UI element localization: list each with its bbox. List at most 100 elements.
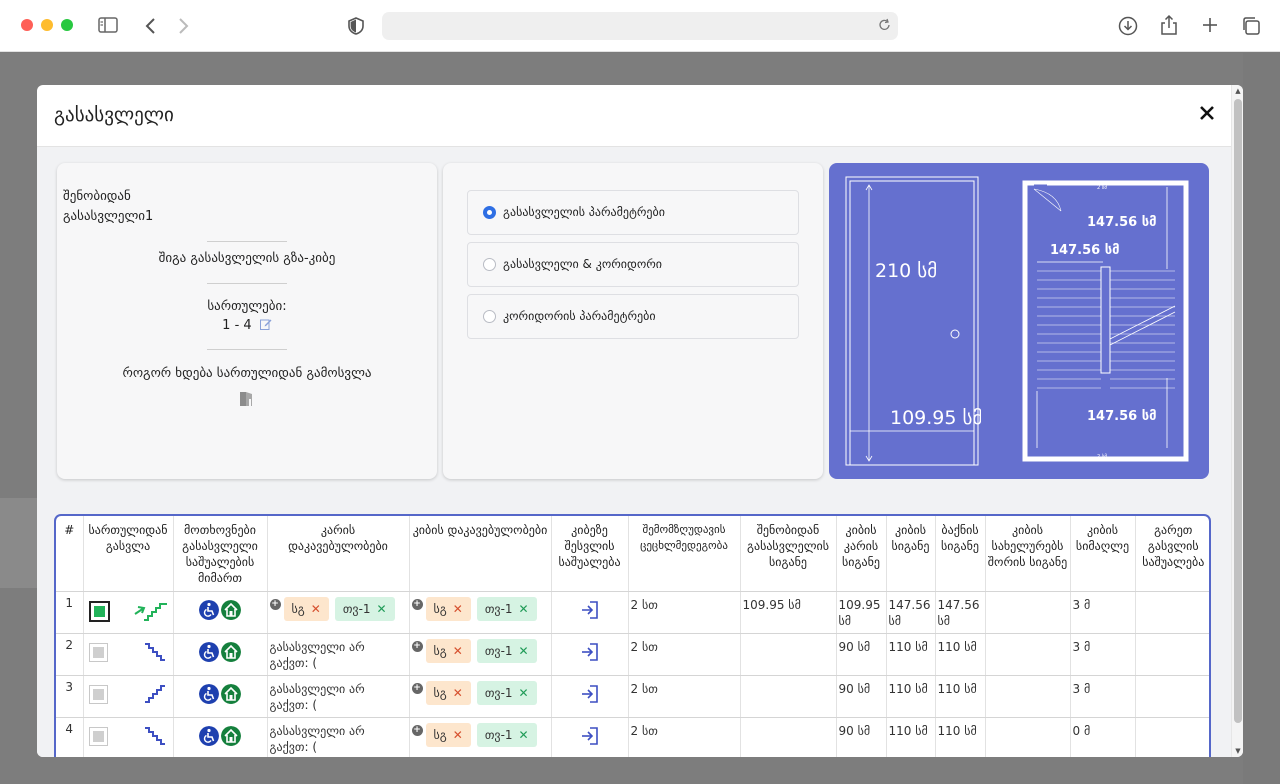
divider: [207, 241, 287, 242]
shelter-icon[interactable]: [221, 683, 241, 704]
remove-icon[interactable]: ✕: [453, 644, 463, 658]
tag-sg[interactable]: სგ ✕: [283, 596, 329, 621]
column-header: კიბის დაკავებულობები: [409, 516, 552, 592]
option-exit-corridor[interactable]: გასასვლელი & კორიდორი: [467, 242, 799, 287]
remove-icon[interactable]: ✕: [519, 728, 529, 742]
tag-text: თვ-1: [484, 727, 513, 742]
row-number: 3: [56, 675, 84, 718]
exit-type: შიგა გასასვლელის გზა-კიბე: [158, 251, 336, 266]
tag-tv1[interactable]: თვ-1 ✕: [476, 680, 537, 705]
modal-body: შენობიდან გასასვლელი1 შიგა გასასვლელის გ…: [37, 147, 1231, 757]
shelter-icon[interactable]: [221, 725, 241, 746]
exit-sign-icon[interactable]: [88, 685, 108, 704]
edit-icon[interactable]: [259, 318, 272, 330]
remove-icon[interactable]: ✕: [453, 728, 463, 742]
column-header: შენობიდან გასასვლელის სიგანე: [740, 516, 837, 592]
modal-header: გასასვლელი: [37, 85, 1243, 147]
remove-icon[interactable]: ✕: [453, 686, 463, 700]
option-corridor-params[interactable]: კორიდორის პარამეტრები: [467, 294, 799, 339]
exit-modal: გასასვლელი შენობიდან გასასვლელი1 შიგა გა…: [37, 85, 1243, 757]
add-icon[interactable]: +: [411, 682, 423, 694]
remove-icon[interactable]: ✕: [453, 602, 463, 616]
divider: [207, 283, 287, 284]
close-icon[interactable]: [1197, 103, 1217, 123]
radio-exit-corridor[interactable]: [483, 258, 496, 271]
shelter-icon[interactable]: [221, 599, 241, 620]
new-tab-icon[interactable]: [1202, 17, 1218, 33]
scroll-up-arrow[interactable]: ▲: [1234, 87, 1242, 95]
modal-scrollbar[interactable]: ▲ ▼: [1231, 85, 1243, 757]
table-row: 2 გასასვლელი არ გაქვთ: (+ სგ ✕ თვ-1 ✕ 2 სთ 90 ს…: [56, 633, 1209, 676]
column-header: გარეთ გასვლის საშუალება: [1135, 516, 1209, 592]
stair-door-width-cell: 90 სმ: [836, 633, 887, 676]
stair-occupancy-cell: + სგ ✕ თვ-1 ✕: [409, 717, 552, 757]
accessibility-icon[interactable]: [199, 725, 219, 746]
tag-text: სგ: [433, 601, 447, 616]
radio-corridor-params[interactable]: [483, 310, 496, 323]
add-icon[interactable]: +: [269, 598, 281, 610]
remove-icon[interactable]: ✕: [311, 602, 321, 616]
exit-sign-icon[interactable]: [88, 643, 108, 662]
accessibility-icon[interactable]: [199, 683, 219, 704]
stair-height-cell: 3 მ: [1070, 675, 1136, 718]
sidebar-icon[interactable]: [98, 17, 118, 33]
accessibility-icon[interactable]: [199, 599, 219, 620]
exit-door-icon[interactable]: [238, 390, 256, 408]
tabs-overview-icon[interactable]: [1241, 16, 1261, 36]
scroll-down-arrow[interactable]: ▼: [1234, 747, 1242, 755]
option-label: გასასვლელი & კორიდორი: [503, 257, 663, 271]
tag-tv1[interactable]: თვ-1 ✕: [476, 638, 537, 663]
login-icon[interactable]: [580, 642, 600, 662]
tag-sg[interactable]: სგ ✕: [425, 596, 471, 621]
login-icon[interactable]: [580, 684, 600, 704]
share-icon[interactable]: [1160, 14, 1178, 36]
building-label: შენობიდან: [63, 189, 131, 204]
tag-tv1[interactable]: თვ-1 ✕: [476, 596, 537, 621]
shield-icon[interactable]: [348, 17, 364, 35]
exit-sign-icon[interactable]: [88, 727, 108, 746]
back-icon[interactable]: [145, 17, 157, 35]
remove-icon[interactable]: ✕: [519, 602, 529, 616]
tag-sg[interactable]: სგ ✕: [425, 680, 471, 705]
fire-resistance-cell: 2 სთ: [628, 717, 741, 757]
stair-width-cell: 110 სმ: [886, 675, 936, 718]
stair-occupancy-cell: + სგ ✕ თვ-1 ✕: [409, 675, 552, 718]
options-card: გასასვლელის პარამეტრები გასასვლელი & კორ…: [443, 163, 823, 479]
remove-icon[interactable]: ✕: [519, 644, 529, 658]
remove-icon[interactable]: ✕: [519, 686, 529, 700]
reload-icon[interactable]: [878, 18, 892, 32]
tag-tv1[interactable]: თვ-1 ✕: [476, 722, 537, 747]
add-icon[interactable]: +: [411, 724, 423, 736]
exit-sign-icon[interactable]: [88, 600, 110, 622]
add-icon[interactable]: +: [411, 640, 423, 652]
tag-sg[interactable]: სგ ✕: [425, 722, 471, 747]
forward-icon[interactable]: [177, 17, 189, 35]
download-icon[interactable]: [1118, 16, 1138, 36]
column-header: კარის დაკავებულობები: [267, 516, 410, 592]
landing-top-label: 147.56 სმ: [1087, 215, 1156, 230]
add-icon[interactable]: +: [411, 598, 423, 610]
login-icon[interactable]: [580, 726, 600, 746]
login-icon[interactable]: [580, 600, 600, 620]
row-number: 4: [56, 717, 84, 757]
accessibility-icon[interactable]: [199, 641, 219, 662]
scroll-thumb[interactable]: [1234, 99, 1242, 723]
outside-exit-cell: [1135, 717, 1209, 757]
window-close-button[interactable]: [21, 19, 33, 31]
window-minimize-button[interactable]: [41, 19, 53, 31]
tag-sg[interactable]: სგ ✕: [425, 638, 471, 663]
table-row: 4 გასასვლელი არ გაქვთ: (+ სგ ✕ თვ-1 ✕ 2 სთ 90 ს…: [56, 717, 1209, 757]
stair-door-width-cell: 90 სმ: [836, 675, 887, 718]
backdrop-shape: [1243, 53, 1280, 784]
radio-exit-params[interactable]: [483, 206, 496, 219]
no-exit-note: გასასვლელი არ გაქვთ: (: [269, 681, 365, 712]
address-bar[interactable]: [382, 12, 898, 40]
option-exit-params[interactable]: გასასვლელის პარამეტრები: [467, 190, 799, 235]
remove-icon[interactable]: ✕: [377, 602, 387, 616]
shelter-icon[interactable]: [221, 641, 241, 662]
window-zoom-button[interactable]: [61, 19, 73, 31]
landing-width-cell: 110 სმ: [935, 675, 986, 718]
tag-tv1[interactable]: თვ-1 ✕: [334, 596, 395, 621]
option-label: გასასვლელის პარამეტრები: [503, 205, 665, 219]
door-height-label: 210 სმ: [875, 260, 937, 282]
